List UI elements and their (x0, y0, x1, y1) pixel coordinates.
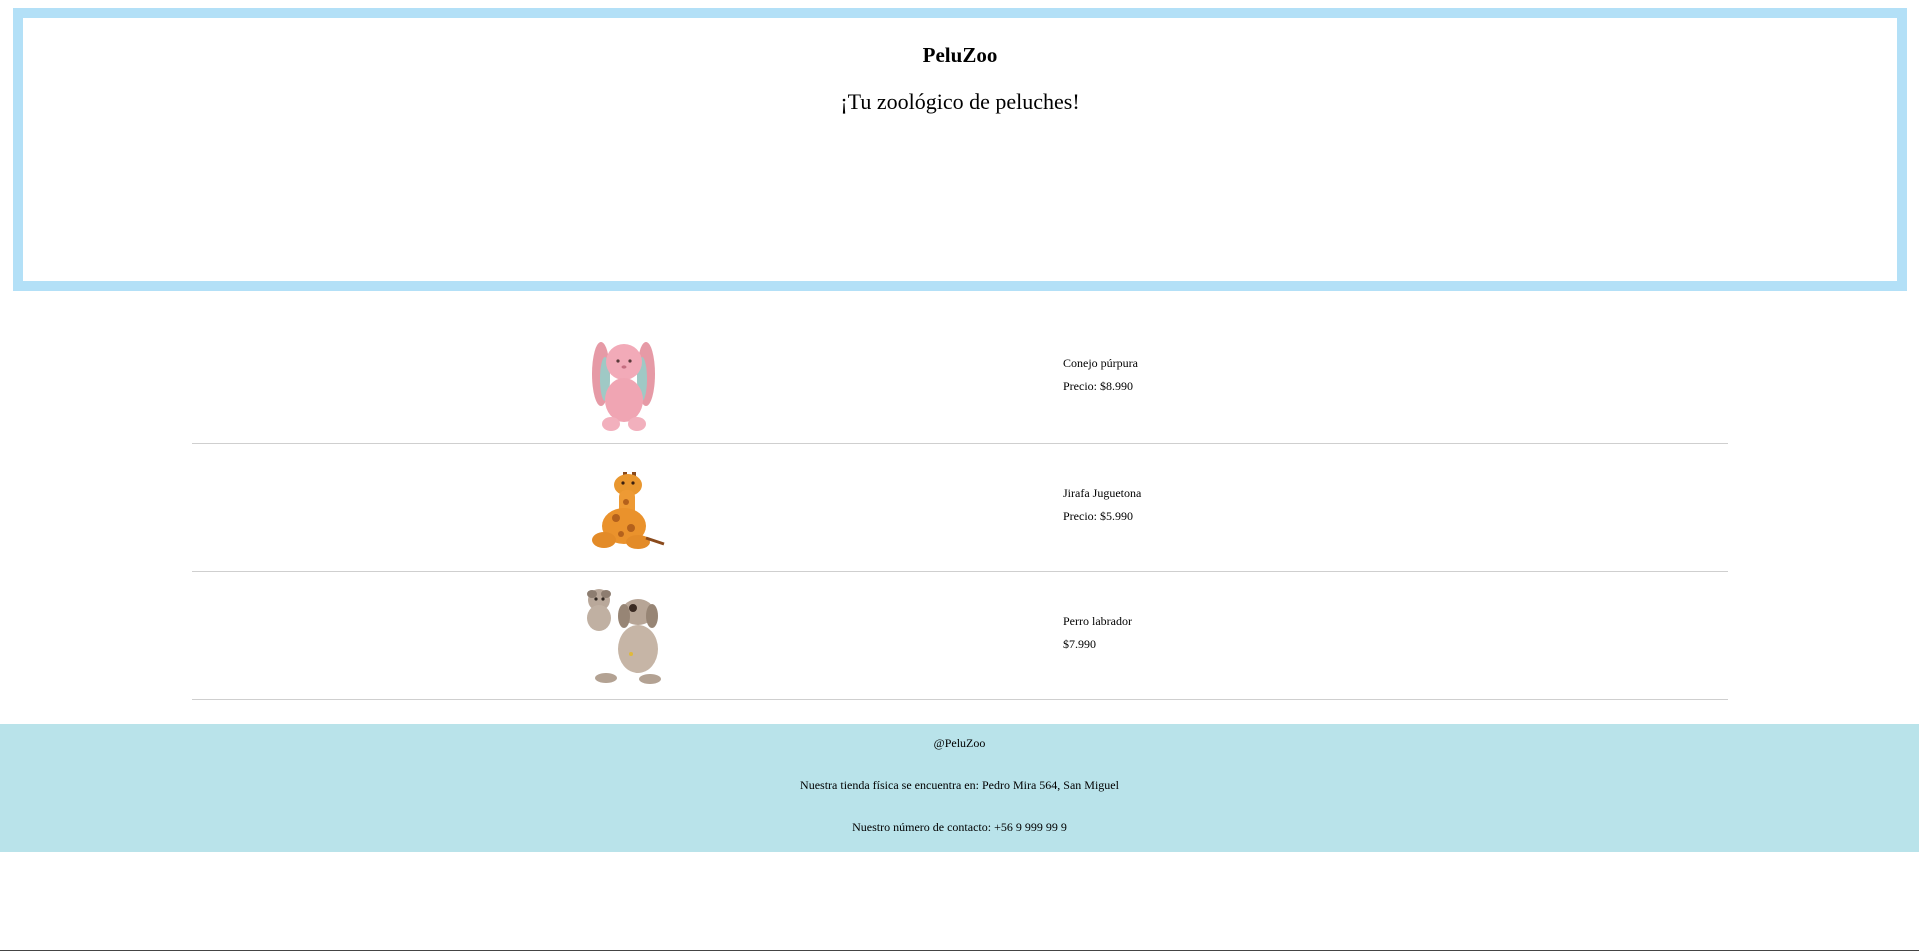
product-name: Conejo púrpura (1063, 356, 1138, 370)
dog-plush-icon[interactable] (576, 586, 672, 686)
product-price: Precio: $5.990 (1063, 509, 1133, 523)
product-info: Conejo púrpura Precio: $8.990 (1063, 352, 1138, 398)
footer-address: Nuestra tienda física se encuentra en: P… (800, 778, 1119, 792)
product-list: Conejo púrpura Precio: $8.990 Jirafa Jug… (192, 316, 1728, 700)
product-price: Precio: $8.990 (1063, 379, 1133, 393)
product-row: Jirafa Juguetona Precio: $5.990 (192, 444, 1728, 572)
site-title: PeluZoo (922, 43, 998, 67)
site-header: PeluZoo ¡Tu zoológico de peluches! (13, 8, 1907, 291)
product-info: Jirafa Juguetona Precio: $5.990 (1063, 482, 1141, 528)
product-info: Perro labrador $7.990 (1063, 610, 1132, 656)
product-name: Jirafa Juguetona (1063, 486, 1142, 500)
footer-handle: @PeluZoo (933, 736, 986, 750)
footer-contact: Nuestro número de contacto: +56 9 999 99… (852, 820, 1067, 834)
product-row: Conejo púrpura Precio: $8.990 (192, 316, 1728, 444)
site-footer: @PeluZoo Nuestra tienda física se encuen… (0, 724, 1919, 852)
giraffe-plush-icon[interactable] (576, 458, 672, 558)
site-tagline: ¡Tu zoológico de peluches! (840, 89, 1080, 114)
product-row: Perro labrador $7.990 (192, 572, 1728, 700)
product-name: Perro labrador (1063, 614, 1132, 628)
product-price: $7.990 (1063, 637, 1096, 651)
page-divider (0, 950, 1919, 951)
pink-bunny-plush-icon[interactable] (576, 334, 672, 434)
